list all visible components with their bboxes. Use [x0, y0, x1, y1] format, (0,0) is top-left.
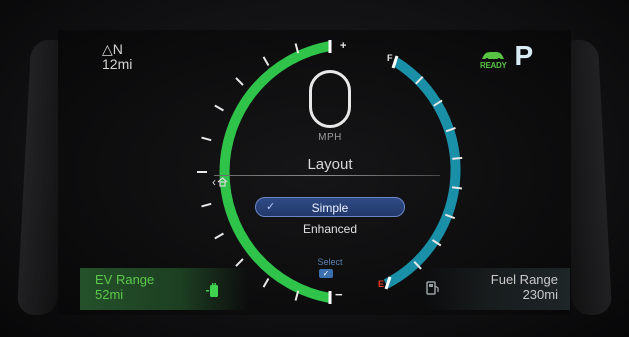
fuel-tick	[452, 156, 463, 160]
gear-indicator: P	[514, 40, 534, 71]
menu-title: Layout	[307, 156, 353, 173]
fuel-full-label: F	[387, 53, 393, 63]
car-icon	[482, 52, 505, 61]
ready-label: READY	[480, 61, 507, 70]
speed-unit: MPH	[318, 132, 342, 143]
option-enhanced[interactable]: Enhanced	[270, 222, 390, 236]
ready-indicator: READY	[480, 51, 507, 70]
select-hint-label: Select	[317, 257, 343, 267]
option-simple[interactable]: ✓ Simple	[255, 197, 405, 217]
power-tick	[235, 258, 244, 267]
fuel-arc	[383, 57, 461, 289]
power-tick	[201, 136, 212, 142]
fuel-pump-icon	[426, 281, 439, 295]
ev-range-readout: EV Range 52mi	[95, 272, 154, 302]
menu-divider	[214, 175, 440, 176]
select-button-icon: ✓	[319, 269, 333, 278]
power-tick	[262, 56, 270, 66]
speed-digit-placeholder	[309, 70, 351, 128]
compass-direction: △N	[102, 41, 123, 57]
back-chevron-icon: ‹	[212, 175, 216, 189]
fuel-range-readout: Fuel Range 230mi	[488, 272, 558, 302]
power-tick	[214, 104, 224, 112]
fuel-empty-label: E	[378, 279, 385, 289]
fuel-range-label: Fuel Range	[490, 272, 558, 287]
ev-range-label: EV Range	[95, 272, 155, 287]
power-tick	[262, 278, 270, 288]
option-simple-label: Simple	[311, 201, 349, 215]
compass-readout: △N 12mi	[102, 42, 132, 72]
power-tick	[214, 232, 224, 240]
back-home-button[interactable]: ‹	[212, 175, 228, 189]
fuel-range-value: 230mi	[522, 287, 558, 302]
power-tick	[235, 77, 244, 86]
plug-icon	[206, 283, 218, 297]
ev-range-value: 52mi	[95, 287, 124, 302]
power-plus-label: +	[340, 40, 347, 52]
home-icon	[217, 177, 228, 187]
compass-distance: 12mi	[102, 56, 133, 72]
status-area: READY P	[480, 40, 534, 71]
fuel-tick	[451, 186, 463, 190]
power-tick	[201, 202, 212, 208]
power-minus-label: −	[335, 287, 343, 302]
